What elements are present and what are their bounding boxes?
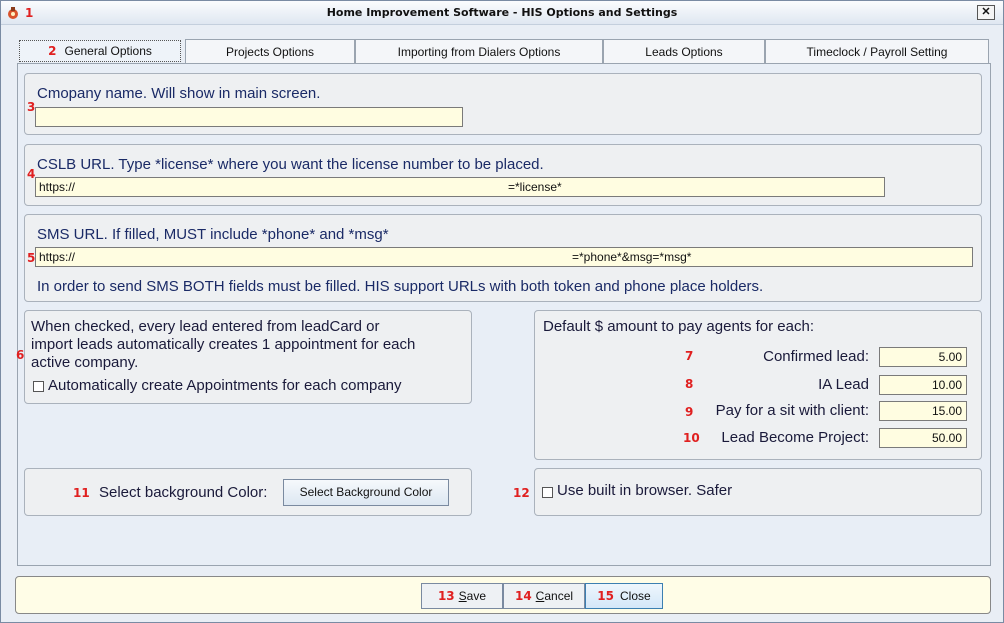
built-in-browser-checkbox[interactable]: [542, 487, 553, 498]
appointments-description: import leads automatically creates 1 app…: [31, 336, 416, 353]
company-name-input[interactable]: [35, 107, 463, 127]
callout-number: 9: [685, 405, 694, 419]
cslb-url-prefix: https://: [39, 180, 76, 194]
callout-number: 13: [437, 589, 455, 603]
company-name-label: Cmopany name. Will show in main screen.: [37, 85, 321, 102]
close-window-button[interactable]: ✕: [977, 5, 995, 20]
tab-label: Leads Options: [645, 45, 723, 59]
save-button[interactable]: 13 Save: [421, 583, 503, 609]
select-background-color-button[interactable]: Select Background Color: [283, 479, 449, 506]
close-icon: ✕: [981, 6, 991, 18]
tab-label: Importing from Dialers Options: [397, 45, 561, 59]
save-label: ave: [466, 589, 487, 603]
tab-projects-options[interactable]: Projects Options: [185, 39, 355, 63]
cslb-url-group: 4 CSLB URL. Type *license* where you wan…: [24, 144, 982, 206]
sms-url-group: 5 SMS URL. If filled, MUST include *phon…: [24, 214, 982, 302]
callout-number: 15: [597, 589, 614, 603]
cancel-button[interactable]: 14 Cancel: [503, 583, 585, 609]
callout-number: 8: [685, 377, 694, 391]
cslb-url-input[interactable]: https:// =*license*: [35, 177, 885, 197]
button-bar: 13 Save 14 Cancel 15 Close: [15, 576, 991, 614]
tab-timeclock-payroll[interactable]: Timeclock / Payroll Setting: [765, 39, 989, 63]
agent-pay-heading: Default $ amount to pay agents for each:: [543, 318, 815, 335]
callout-number: 12: [513, 486, 530, 500]
cancel-label: ancel: [544, 589, 574, 603]
cslb-url-label: CSLB URL. Type *license* where you want …: [37, 156, 544, 173]
sms-url-suffix: =*phone*&msg=*msg*: [572, 250, 692, 264]
options-window: 1 Home Improvement Software - HIS Option…: [0, 0, 1004, 623]
lead-become-project-label: Lead Become Project:: [721, 429, 869, 446]
tab-label: General Options: [64, 44, 152, 58]
close-button[interactable]: 15 Close: [585, 583, 663, 609]
appointments-description: active company.: [31, 354, 139, 371]
save-accelerator: S: [458, 589, 467, 603]
confirmed-lead-input[interactable]: 5.00: [879, 347, 967, 367]
appointments-group: 6 When checked, every lead entered from …: [16, 310, 472, 404]
tab-importing-from-dialers[interactable]: Importing from Dialers Options: [355, 39, 603, 63]
sms-url-prefix: https://: [39, 250, 76, 264]
confirmed-lead-label: Confirmed lead:: [763, 348, 869, 365]
auto-appointments-checkbox[interactable]: [33, 381, 44, 392]
ia-lead-input[interactable]: 10.00: [879, 375, 967, 395]
lead-become-project-input[interactable]: 50.00: [879, 428, 967, 448]
ia-lead-label: IA Lead: [818, 376, 869, 393]
auto-appointments-label: Automatically create Appointments for ea…: [48, 377, 402, 394]
cslb-url-suffix: =*license*: [508, 180, 562, 194]
tab-leads-options[interactable]: Leads Options: [603, 39, 765, 63]
tab-label: Projects Options: [225, 45, 315, 59]
callout-number: 6: [16, 348, 25, 362]
general-options-panel: 3 Cmopany name. Will show in main screen…: [16, 63, 991, 566]
sms-url-label: SMS URL. If filled, MUST include *phone*…: [37, 226, 389, 243]
background-color-label: Select background Color:: [99, 484, 268, 501]
background-color-group: 11 Select background Color: Select Backg…: [24, 468, 472, 516]
tab-strip: 2 General Options Projects Options Import…: [17, 39, 991, 63]
appointments-description: When checked, every lead entered from le…: [31, 318, 380, 335]
sit-with-client-input[interactable]: 15.00: [879, 401, 967, 421]
callout-number: 2: [48, 44, 57, 58]
callout-number: 7: [685, 349, 694, 363]
tab-general-options[interactable]: 2 General Options: [19, 40, 181, 62]
browser-group: 12 Use built in browser. Safer: [513, 468, 982, 516]
callout-number: 11: [73, 486, 90, 500]
callout-number: 10: [683, 431, 700, 445]
sms-url-input[interactable]: https:// =*phone*&msg=*msg*: [35, 247, 973, 267]
close-label: Close: [620, 589, 651, 603]
window-title: Home Improvement Software - HIS Options …: [326, 6, 678, 19]
agent-pay-group: Default $ amount to pay agents for each:…: [534, 310, 982, 460]
callout-number: 14: [514, 589, 532, 603]
tab-label: Timeclock / Payroll Setting: [806, 45, 948, 59]
title-bar: 1 Home Improvement Software - HIS Option…: [1, 1, 1003, 25]
company-name-group: 3 Cmopany name. Will show in main screen…: [24, 73, 982, 135]
sms-note: In order to send SMS BOTH fields must be…: [37, 278, 764, 295]
sit-with-client-label: Pay for a sit with client:: [715, 402, 869, 419]
built-in-browser-label: Use built in browser. Safer: [557, 482, 733, 499]
